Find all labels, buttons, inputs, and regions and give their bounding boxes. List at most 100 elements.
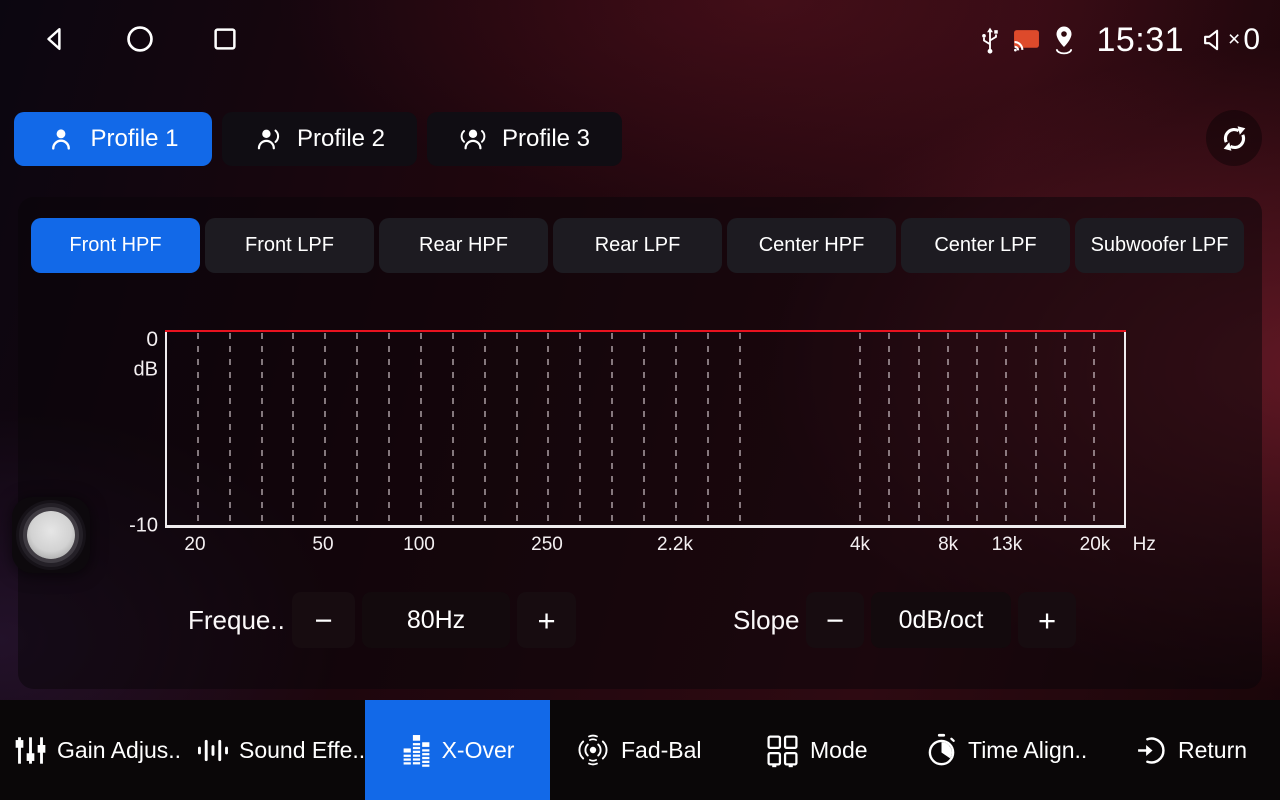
gridline	[1005, 333, 1007, 525]
x-axis-unit: Hz	[1133, 534, 1156, 556]
filter-tab-front-lpf[interactable]: Front LPF	[205, 218, 374, 273]
gridline	[547, 333, 549, 525]
nav-item-return[interactable]: Return	[1135, 700, 1247, 800]
filter-tab-center-lpf[interactable]: Center LPF	[901, 218, 1070, 273]
gridline	[388, 333, 390, 525]
volume-knob[interactable]	[12, 497, 90, 573]
nav-item-sound-effe[interactable]: Sound Effe..	[196, 700, 365, 800]
gridline	[1035, 333, 1037, 525]
gridline	[292, 333, 294, 525]
status-indicators: 15:31 × 0	[978, 21, 1260, 60]
profile-label: Profile 1	[90, 125, 178, 153]
nav-item-label: Return	[1178, 737, 1247, 764]
gridline	[452, 333, 454, 525]
bottom-nav-bar: Gain Adjus.. Sound Effe.. X-Over Fad-Bal Mod…	[0, 700, 1280, 800]
x-tick-100: 100	[403, 534, 435, 556]
gridline	[739, 333, 741, 525]
gridline	[675, 333, 677, 525]
filter-tab-center-hpf[interactable]: Center HPF	[727, 218, 896, 273]
nav-item-time-align[interactable]: Time Align..	[925, 700, 1087, 800]
filter-tab-subwoofer-lpf[interactable]: Subwoofer LPF	[1075, 218, 1244, 273]
profile-tab-3[interactable]: Profile 3	[427, 112, 622, 166]
gridline	[918, 333, 920, 525]
filter-tab-rear-lpf[interactable]: Rear LPF	[553, 218, 722, 273]
person-double-arc-icon	[459, 125, 487, 153]
profile-tab-1[interactable]: Profile 1	[14, 112, 212, 166]
fader-balance-icon	[575, 733, 611, 767]
nav-item-label: Fad-Bal	[621, 737, 702, 764]
mute-mark: ×	[1228, 28, 1240, 52]
response-curve	[165, 330, 1126, 332]
gridline	[356, 333, 358, 525]
gridline	[197, 333, 199, 525]
gridline	[516, 333, 518, 525]
location-icon	[1051, 25, 1077, 55]
volume-indicator: × 0	[1201, 23, 1260, 57]
back-button[interactable]	[40, 23, 70, 57]
nav-item-label: Gain Adjus..	[57, 737, 181, 764]
x-tick-8k: 8k	[938, 534, 958, 556]
gridline	[643, 333, 645, 525]
gridline	[484, 333, 486, 525]
filter-tab-front-hpf[interactable]: Front HPF	[31, 218, 200, 273]
return-arrow-icon	[1135, 734, 1168, 767]
x-tick-20: 20	[184, 534, 205, 556]
nav-item-fad-bal[interactable]: Fad-Bal	[575, 700, 702, 800]
gridline	[579, 333, 581, 525]
gridline	[261, 333, 263, 525]
nav-item-mode[interactable]: Mode	[765, 700, 868, 800]
back-icon	[40, 24, 70, 54]
nav-item-label: Mode	[810, 737, 868, 764]
filter-channel-tabs: Front HPFFront LPFRear HPFRear LPFCenter…	[31, 218, 1244, 273]
gridline	[859, 333, 861, 525]
crossover-eq-icon	[401, 734, 432, 767]
x-tick-2.2k: 2.2k	[657, 534, 693, 556]
nav-item-gain-adjus[interactable]: Gain Adjus..	[14, 700, 181, 800]
home-button[interactable]	[124, 23, 156, 57]
recents-icon	[210, 24, 240, 54]
frequency-decrease-button[interactable]: −	[292, 592, 355, 648]
slope-value: 0dB/oct	[871, 592, 1011, 648]
gridline	[1093, 333, 1095, 525]
slope-decrease-button[interactable]: −	[806, 592, 864, 648]
time-alignment-stopwatch-icon	[925, 733, 958, 768]
frequency-value: 80Hz	[362, 592, 510, 648]
recents-button[interactable]	[210, 23, 240, 57]
cast-icon	[1013, 29, 1040, 52]
refresh-profiles-button[interactable]	[1206, 110, 1262, 166]
person-arc-icon	[254, 125, 282, 153]
slope-increase-button[interactable]: +	[1018, 592, 1076, 648]
frequency-response-plot	[165, 330, 1126, 528]
x-tick-250: 250	[531, 534, 563, 556]
nav-item-label: X-Over	[442, 737, 515, 764]
filter-tab-rear-hpf[interactable]: Rear HPF	[379, 218, 548, 273]
gridline	[324, 333, 326, 525]
sound-effect-bars-icon	[196, 736, 229, 765]
gridline	[707, 333, 709, 525]
x-tick-20k: 20k	[1080, 534, 1111, 556]
frequency-increase-button[interactable]: +	[517, 592, 576, 648]
x-tick-4k: 4k	[850, 534, 870, 556]
head-unit-screen: 15:31 × 0 Profile 1 Profile 2 Profile 3 Fr…	[0, 0, 1280, 800]
profile-label: Profile 2	[297, 125, 385, 153]
nav-item-label: Time Align..	[968, 737, 1087, 764]
sync-icon	[1219, 123, 1250, 154]
volume-level: 0	[1243, 23, 1260, 57]
profile-tab-2[interactable]: Profile 2	[222, 112, 417, 166]
profile-tabs: Profile 1 Profile 2 Profile 3	[14, 112, 622, 166]
home-icon	[124, 23, 156, 55]
gridline	[976, 333, 978, 525]
gridline	[229, 333, 231, 525]
knob-circle	[27, 511, 75, 559]
gain-sliders-icon	[14, 734, 47, 767]
gridline	[888, 333, 890, 525]
y-tick-0: 0	[104, 328, 158, 352]
mode-grid-icon	[765, 733, 800, 768]
x-tick-13k: 13k	[992, 534, 1023, 556]
nav-item-x-over[interactable]: X-Over	[365, 700, 550, 800]
person-icon	[47, 125, 75, 153]
slope-label: Slope	[733, 592, 800, 648]
usb-icon	[978, 26, 1002, 55]
android-nav-keys	[40, 23, 240, 57]
gridline	[611, 333, 613, 525]
